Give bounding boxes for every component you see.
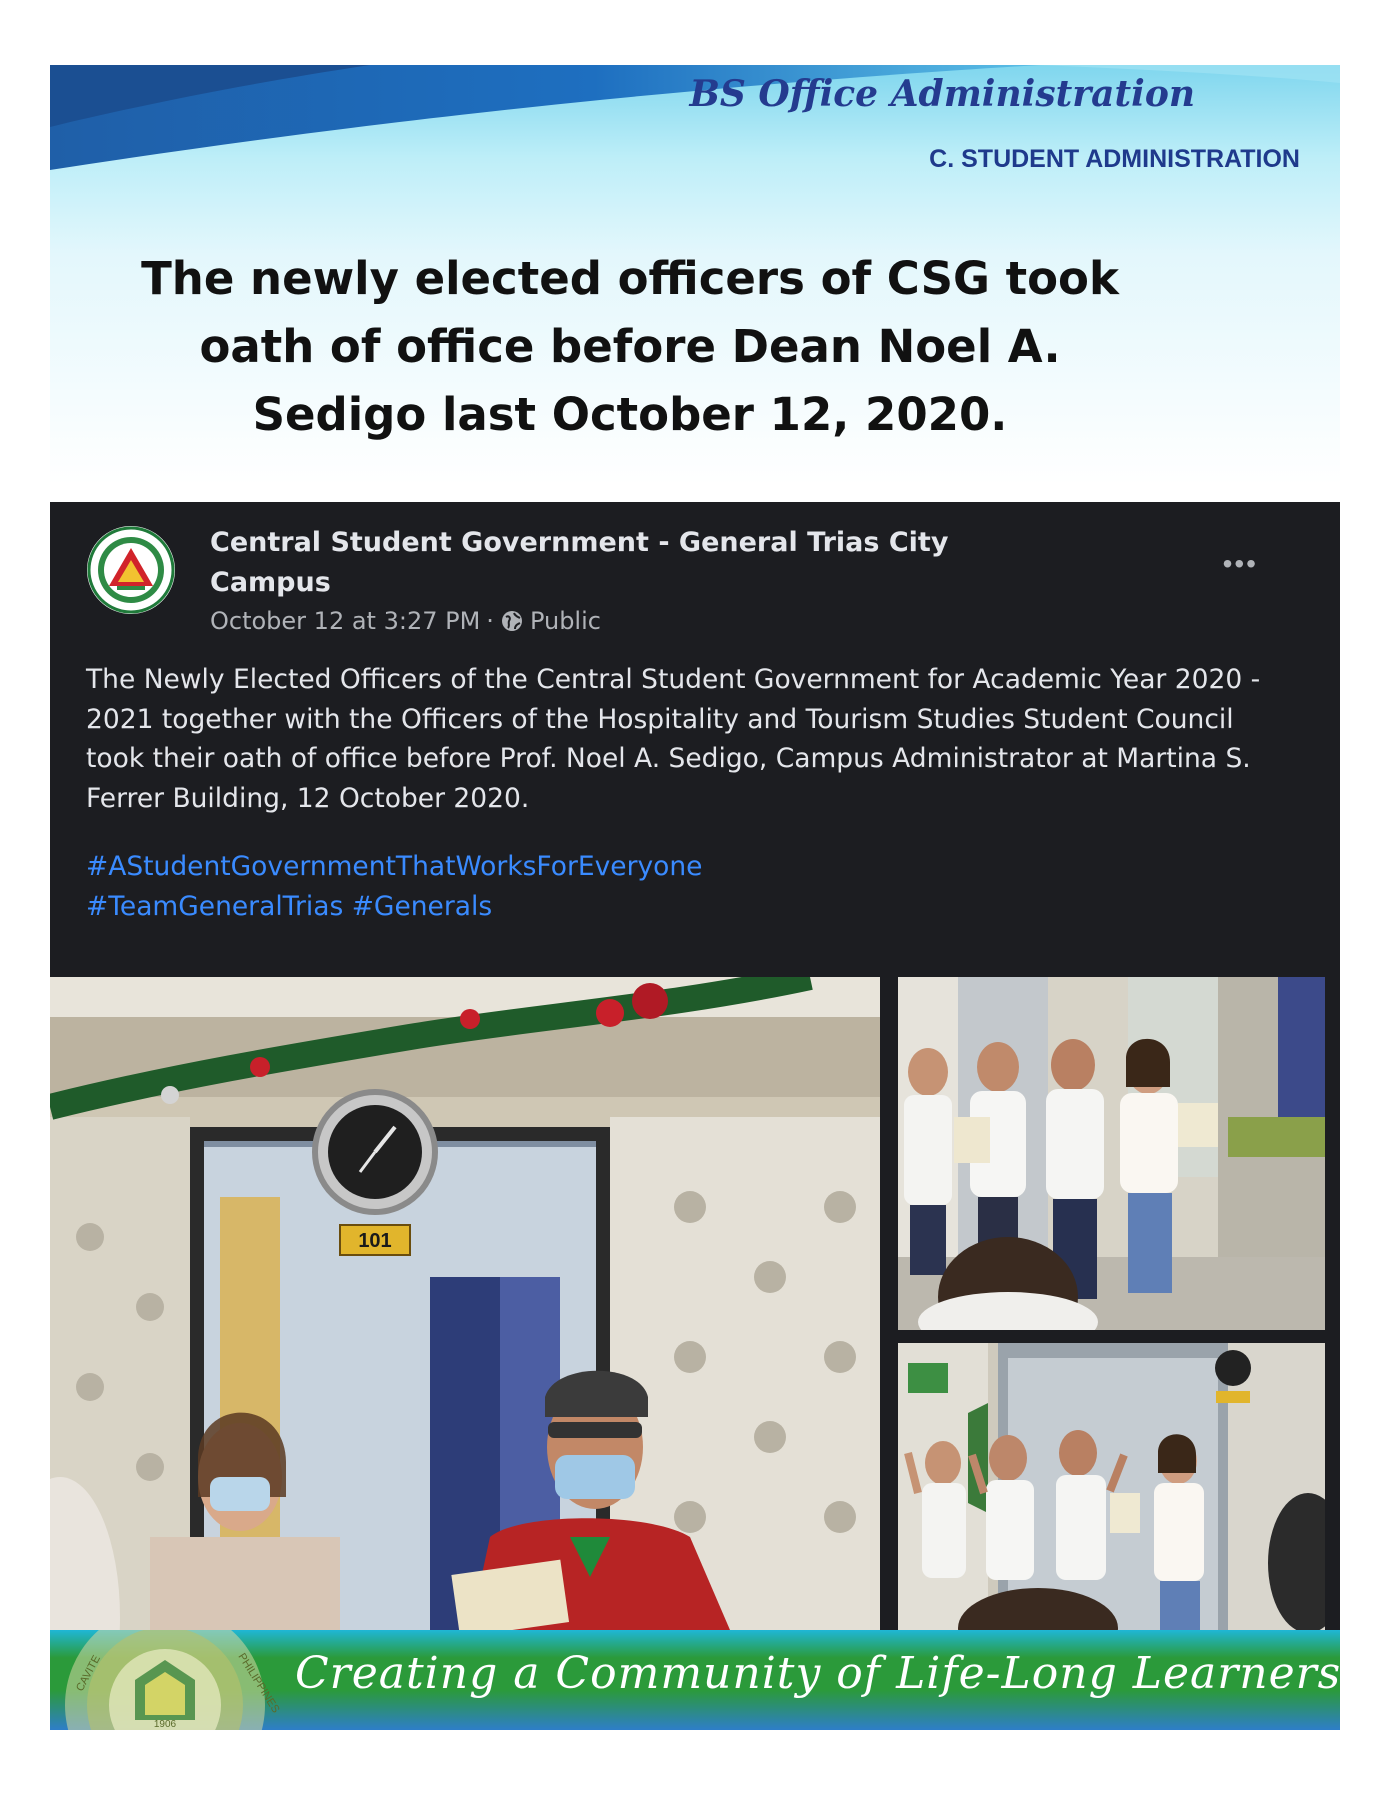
globe-icon xyxy=(501,611,522,631)
meta-separator: · xyxy=(486,607,494,635)
document-page: BS Office Administration C. STUDENT ADMI… xyxy=(50,65,1340,1730)
hashtag-link[interactable]: #Generals xyxy=(352,891,492,922)
social-media-post: Central Student Government - General Tri… xyxy=(50,502,1340,1630)
post-body-text: The Newly Elected Officers of the Centra… xyxy=(86,664,1261,814)
section-label: C. STUDENT ADMINISTRATION xyxy=(929,145,1300,173)
officers-raising-hands-photo xyxy=(898,1343,1325,1630)
seal-year: 1906 xyxy=(154,1719,177,1730)
page-header: BS Office Administration C. STUDENT ADMI… xyxy=(50,65,1340,485)
footer-tagline: Creating a Community of Life-Long Learne… xyxy=(295,1648,1340,1699)
post-author[interactable]: Central Student Government - General Tri… xyxy=(210,523,1070,603)
hashtag-link[interactable]: #TeamGeneralTrias xyxy=(86,891,343,922)
post-photo-main[interactable]: 101 xyxy=(50,977,880,1630)
post-photo-secondary[interactable] xyxy=(898,977,1325,1330)
csg-logo-icon xyxy=(87,526,175,614)
page-avatar xyxy=(87,526,175,614)
post-hashtags: #AStudentGovernmentThatWorksForEveryone … xyxy=(86,847,1286,926)
post-photo-tertiary[interactable] xyxy=(898,1343,1325,1630)
page-footer: CAVITE PHILIPPINES 1906 Creating a Commu… xyxy=(50,1630,1340,1730)
post-date[interactable]: October 12 at 3:27 PM xyxy=(210,607,480,635)
program-title: BS Office Administration xyxy=(689,73,1195,115)
officers-reciting-oath-photo xyxy=(898,977,1325,1330)
page-headline: The newly elected officers of CSG took o… xyxy=(141,252,1119,441)
post-meta: October 12 at 3:27 PM · Public xyxy=(210,607,601,635)
oath-taking-photo: 101 xyxy=(50,977,880,1630)
room-number-plate: 101 xyxy=(358,1230,391,1252)
hashtag-link[interactable]: #AStudentGovernmentThatWorksForEveryone xyxy=(86,851,702,882)
university-seal-logo: CAVITE PHILIPPINES 1906 xyxy=(65,1630,280,1730)
more-options-icon[interactable]: ••• xyxy=(1223,550,1258,578)
post-audience: Public xyxy=(529,607,601,635)
